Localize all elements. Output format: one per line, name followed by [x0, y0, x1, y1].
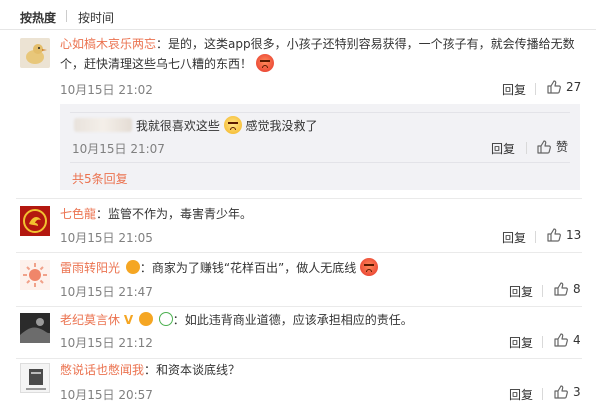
comment-timestamp: 10月15日 21:12: [60, 336, 153, 350]
comment-body-line2: 个，赶快清理这些乌七八糟的东西！: [60, 57, 253, 71]
reply-button[interactable]: 回复: [509, 334, 533, 351]
comment-timestamp: 10月15日 21:05: [60, 231, 153, 245]
comment-body: ：和资本谈底线？: [144, 363, 241, 377]
sort-bar: 按热度 按时间: [0, 0, 596, 30]
action-divider: [542, 388, 543, 400]
reply-divider: [70, 112, 570, 113]
duck-avatar-image: [20, 38, 50, 68]
comment-timestamp: 10月15日 20:57: [60, 388, 153, 402]
sun-avatar-image: [20, 260, 50, 290]
comment-body: ：监管不作为，毒害青少年。: [96, 207, 253, 221]
dragon-avatar-image: [20, 206, 50, 236]
reply-button[interactable]: 回复: [509, 283, 533, 300]
reply-thread: 我就很喜欢这些 感觉我没救了 10月15日 21:07 回复 赞 共5条回复: [60, 104, 580, 190]
comment-body-line1: ：是的，这类app很多，小孩子还特别容易获得，一个孩子有，就会传播给无数: [156, 37, 575, 51]
reply-body-a: 我就很喜欢这些: [135, 119, 220, 133]
like-count: 27: [566, 80, 582, 94]
action-divider: [542, 285, 543, 297]
action-divider: [535, 83, 536, 95]
comment-username[interactable]: 心如槁木哀乐两忘: [60, 37, 156, 51]
thumbs-up-icon: [554, 333, 568, 347]
sort-by-hot-tab[interactable]: 按热度: [20, 9, 56, 26]
reply-button[interactable]: 回复: [509, 386, 533, 403]
thumbs-up-icon: [554, 282, 568, 296]
blurred-username[interactable]: [74, 118, 132, 132]
like-count: 13: [566, 228, 582, 242]
like-button[interactable]: 8: [553, 281, 581, 297]
more-replies-link[interactable]: 共5条回复: [72, 170, 128, 187]
comment-text: 雷雨转阳光 ：商家为了赚钱“花样百出”，做人无底线: [60, 258, 580, 278]
comment-text: 七色龍：监管不作为，毒害青少年。: [60, 204, 580, 224]
comment-timestamp: 10月15日 21:47: [60, 285, 153, 299]
like-count: 3: [573, 385, 581, 399]
like-count: 4: [573, 333, 581, 347]
comment-username[interactable]: 老纪莫言休: [60, 313, 120, 327]
comment-text: 老纪莫言休 V ：如此违背商业道德，应该承担相应的责任。: [60, 310, 580, 330]
comment-timestamp: 10月15日 21:02: [60, 83, 153, 97]
reply-button[interactable]: 回复: [502, 229, 526, 246]
comment-item: 雷雨转阳光 ：商家为了赚钱“花样百出”，做人无底线 10月15日 21:47 回…: [0, 253, 596, 309]
comment-body: ：如此违背商业道德，应该承担相应的责任。: [172, 313, 413, 327]
thumbs-up-icon: [547, 80, 561, 94]
sort-by-time-tab[interactable]: 按时间: [78, 9, 114, 26]
action-divider: [526, 142, 527, 154]
reply-text: 我就很喜欢这些 感觉我没救了: [74, 116, 318, 136]
comment-text: 憋说话也憋闻我：和资本谈底线？: [60, 360, 580, 380]
heart-badge-icon[interactable]: [158, 312, 173, 326]
comment-username[interactable]: 七色龍: [60, 207, 96, 221]
member-badge-icon[interactable]: [125, 260, 140, 274]
thumbs-up-icon: [537, 139, 551, 154]
sort-divider: [66, 10, 67, 22]
like-button[interactable]: 3: [553, 384, 581, 400]
book-avatar-image: [21, 364, 49, 392]
avatar[interactable]: [20, 38, 50, 68]
comment-username[interactable]: 憋说话也憋闻我: [60, 363, 144, 377]
comment-item: 老纪莫言休 V ：如此违背商业道德，应该承担相应的责任。 10月15日 21:1…: [0, 307, 596, 361]
like-count: 8: [573, 282, 581, 296]
reply-button[interactable]: 回复: [502, 81, 526, 98]
comment-body: ：商家为了赚钱“花样百出”，做人无底线: [139, 261, 357, 275]
dark-photo-avatar-image: [20, 313, 50, 343]
like-label: 赞: [556, 140, 569, 154]
like-button[interactable]: 27: [546, 79, 581, 95]
avatar[interactable]: [20, 260, 50, 290]
reply-divider: [70, 162, 570, 163]
comment-item: 憋说话也憋闻我：和资本谈底线？ 10月15日 20:57 回复 3: [0, 359, 596, 407]
like-button[interactable]: 4: [553, 332, 581, 348]
comment-text: 心如槁木哀乐两忘：是的，这类app很多，小孩子还特别容易获得，一个孩子有，就会传…: [60, 34, 580, 74]
vip-badge-icon[interactable]: V: [124, 313, 133, 327]
reply-reply-button[interactable]: 回复: [491, 140, 515, 157]
member-badge-icon[interactable]: [138, 312, 153, 326]
avatar[interactable]: [20, 313, 50, 343]
angry-emoji-icon: [255, 54, 274, 72]
crying-emoji-icon: [223, 116, 242, 134]
reply-body-b: 感觉我没救了: [245, 119, 318, 133]
comment-username[interactable]: 雷雨转阳光: [60, 261, 120, 275]
avatar[interactable]: [20, 206, 50, 236]
comment-item: 心如槁木哀乐两忘：是的，这类app很多，小孩子还特别容易获得，一个孩子有，就会传…: [0, 30, 596, 200]
comment-item: 七色龍：监管不作为，毒害青少年。 10月15日 21:05 回复 13: [0, 199, 596, 255]
thumbs-up-icon: [554, 385, 568, 399]
avatar[interactable]: [20, 363, 50, 393]
thumbs-up-icon: [547, 228, 561, 242]
reply-timestamp: 10月15日 21:07: [72, 142, 165, 156]
angry-emoji-icon: [360, 258, 379, 276]
action-divider: [535, 231, 536, 243]
action-divider: [542, 336, 543, 348]
like-button[interactable]: 13: [546, 227, 581, 243]
reply-like-button[interactable]: 赞: [536, 138, 568, 155]
